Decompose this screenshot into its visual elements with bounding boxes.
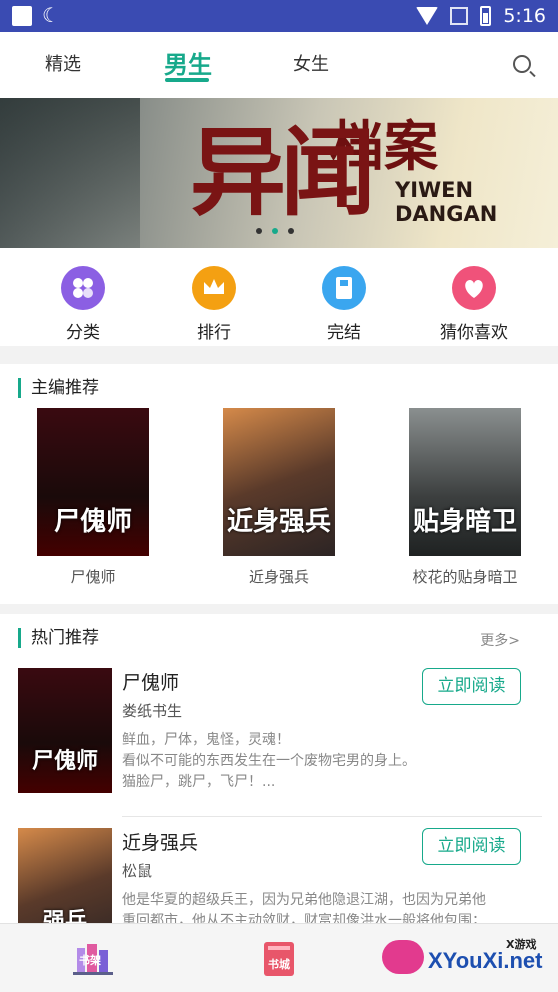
- tab-female[interactable]: 女生: [293, 50, 329, 76]
- bookshelf-tab[interactable]: 书架: [71, 938, 115, 978]
- tab-male[interactable]: 男生: [164, 45, 212, 80]
- watermark-logo: X游戏 XYouXi.net: [380, 934, 550, 984]
- top-tabs: 精选 男生 女生: [0, 32, 558, 98]
- banner-english-title: YIWEN DANGAN: [395, 178, 497, 226]
- list-item[interactable]: 尸傀师 尸傀师 娄纸书生 鲜血，尸体，鬼怪，灵魂！ 看似不可能的东西发生在一个废…: [0, 658, 558, 818]
- banner-pager: [256, 228, 294, 234]
- book-cover[interactable]: 尸傀师: [37, 408, 149, 556]
- search-icon[interactable]: [513, 55, 531, 73]
- hot-list: 尸傀师 尸傀师 娄纸书生 鲜血，尸体，鬼怪，灵魂！ 看似不可能的东西发生在一个废…: [0, 658, 558, 923]
- bookstore-tab[interactable]: 书城: [258, 938, 302, 978]
- active-tab-indicator: [165, 78, 209, 82]
- editor-picks-section: 主编推荐 尸傀师 尸傀师 近身强兵 近身强兵 贴身暗卫 校花的贴身暗卫: [0, 364, 558, 604]
- crown-icon: [192, 266, 236, 310]
- quick-ranking[interactable]: 排行: [169, 266, 259, 343]
- cover-text: 贴身暗卫: [413, 507, 518, 537]
- desc-line: 猫脸尸，跳尸，飞尸！...: [122, 774, 276, 790]
- gamepad-icon: [382, 940, 424, 974]
- pick-book[interactable]: 近身强兵 近身强兵: [204, 408, 354, 587]
- status-time: 5:16: [503, 5, 546, 27]
- banner-en-line2: DANGAN: [395, 202, 498, 226]
- book-description: 鲜血，尸体，鬼怪，灵魂！ 看似不可能的东西发生在一个废物宅男的身上。 猫脸尸，跳…: [122, 730, 432, 793]
- section-title: 热门推荐: [18, 628, 99, 648]
- moon-icon: ☾: [42, 3, 60, 27]
- book-cover[interactable]: 强兵: [18, 828, 112, 923]
- battery-icon: [480, 6, 492, 26]
- signal-icon: [450, 7, 469, 25]
- quick-completed-label: 完结: [327, 323, 361, 343]
- more-link[interactable]: 更多>: [480, 630, 520, 650]
- book-author: 松鼠: [122, 862, 153, 880]
- quick-category[interactable]: 分类: [38, 266, 128, 343]
- pick-book[interactable]: 贴身暗卫 校花的贴身暗卫: [390, 408, 540, 587]
- promo-banner[interactable]: 档案 异闻 YIWEN DANGAN: [0, 98, 558, 248]
- cover-text: 尸傀师: [53, 507, 132, 537]
- book-description: 他是华夏的超级兵王，因为兄弟他隐退江湖，也因为兄弟他 重回都市，他从不主动敛财，…: [122, 890, 522, 923]
- book-title: 近身强兵: [122, 832, 199, 854]
- book-cover[interactable]: 尸傀师: [18, 668, 112, 793]
- cover-text: 尸傀师: [31, 748, 98, 774]
- book-cover[interactable]: 贴身暗卫: [409, 408, 521, 556]
- pager-dot[interactable]: [288, 228, 294, 234]
- quick-recommend[interactable]: 猜你喜欢: [429, 266, 519, 343]
- banner-background: [0, 98, 140, 248]
- watermark-text: XYouXi.net: [428, 948, 543, 973]
- notification-icon: [12, 6, 32, 26]
- list-item[interactable]: 强兵 近身强兵 松鼠 他是华夏的超级兵王，因为兄弟他隐退江湖，也因为兄弟他 重回…: [0, 818, 558, 923]
- section-title: 主编推荐: [18, 378, 99, 398]
- quick-completed[interactable]: 完结: [299, 266, 389, 343]
- bottom-nav: 书架 书城 X游戏 XYouXi.net: [0, 923, 558, 992]
- desc-line: 重回都市，他从不主动敛财，财富却像洪水一般将他包围；: [122, 913, 486, 923]
- banner-en-line1: YIWEN: [395, 178, 474, 202]
- quick-links: 分类 排行 完结 猜你喜欢: [0, 248, 558, 346]
- status-bar: ☾ 5:16: [0, 0, 558, 32]
- pager-dot-active[interactable]: [272, 228, 278, 234]
- read-now-button[interactable]: 立即阅读: [422, 828, 521, 865]
- book-name: 近身强兵: [248, 568, 309, 586]
- cover-text: 强兵: [42, 908, 87, 923]
- tab-featured[interactable]: 精选: [45, 50, 81, 76]
- quick-ranking-label: 排行: [197, 323, 231, 343]
- read-now-button[interactable]: 立即阅读: [422, 668, 521, 705]
- book-icon: [322, 266, 366, 310]
- book-name: 校花的贴身暗卫: [412, 568, 518, 586]
- hot-section-header: 热门推荐 更多>: [0, 614, 558, 658]
- desc-line: 看似不可能的东西发生在一个废物宅男的身上。: [122, 753, 416, 769]
- banner-main-title: 异闻: [190, 116, 376, 229]
- wifi-icon: [416, 7, 439, 25]
- cover-text: 近身强兵: [227, 507, 332, 537]
- book-name: 尸傀师: [70, 568, 116, 586]
- bookstore-label: 书城: [268, 958, 290, 971]
- book-author: 娄纸书生: [122, 702, 183, 720]
- quick-category-label: 分类: [66, 323, 100, 343]
- pager-dot[interactable]: [256, 228, 262, 234]
- quick-recommend-label: 猜你喜欢: [440, 323, 508, 343]
- divider: [122, 816, 542, 817]
- heart-icon: [452, 266, 496, 310]
- desc-line: 鲜血，尸体，鬼怪，灵魂！: [122, 732, 290, 748]
- bookshelf-label: 书架: [79, 954, 101, 967]
- book-title: 尸傀师: [122, 672, 180, 694]
- book-cover[interactable]: 近身强兵: [223, 408, 335, 556]
- category-icon: [61, 266, 105, 310]
- pick-book[interactable]: 尸傀师 尸傀师: [18, 408, 168, 587]
- desc-line: 他是华夏的超级兵王，因为兄弟他隐退江湖，也因为兄弟他: [122, 892, 486, 908]
